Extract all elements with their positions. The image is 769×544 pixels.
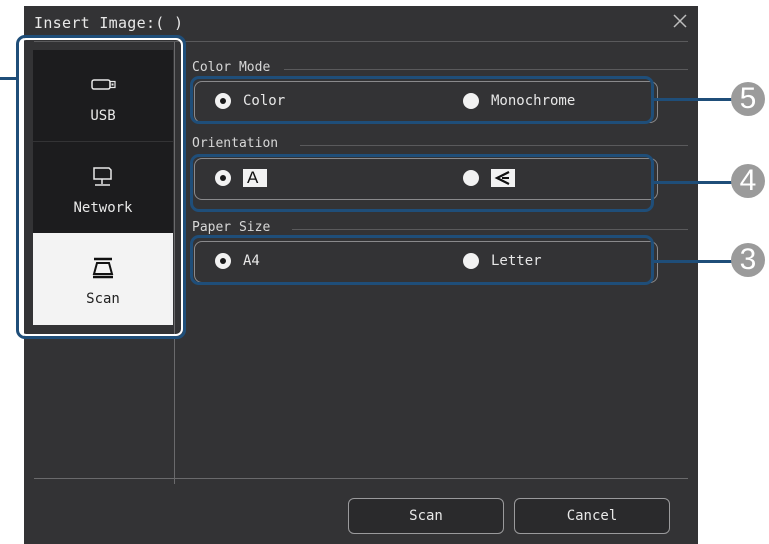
section-divider <box>284 69 688 70</box>
close-icon[interactable] <box>670 11 690 31</box>
section-heading-orientation: Orientation <box>192 136 287 151</box>
cancel-button[interactable]: Cancel <box>514 498 670 534</box>
section-heading-color-mode: Color Mode <box>192 60 279 75</box>
section-divider <box>292 229 688 230</box>
callout-highlight-sidebar-inner <box>19 38 183 336</box>
scan-button[interactable]: Scan <box>348 498 504 534</box>
callout-line-3 <box>654 260 732 263</box>
section-divider <box>300 145 688 146</box>
callout-badge-4: 4 <box>731 164 765 198</box>
dialog-title: Insert Image:( ) <box>34 14 184 32</box>
callout-highlight-paper-size <box>190 235 654 285</box>
section-heading-paper-size: Paper Size <box>192 220 279 235</box>
callout-highlight-orientation <box>190 154 654 212</box>
callout-badge-5: 5 <box>731 82 765 116</box>
callout-line-5 <box>654 98 732 101</box>
callout-highlight-color-mode <box>190 76 654 124</box>
callout-badge-3: 3 <box>731 243 765 277</box>
callout-line-4 <box>654 181 732 184</box>
footer-divider <box>34 478 688 479</box>
